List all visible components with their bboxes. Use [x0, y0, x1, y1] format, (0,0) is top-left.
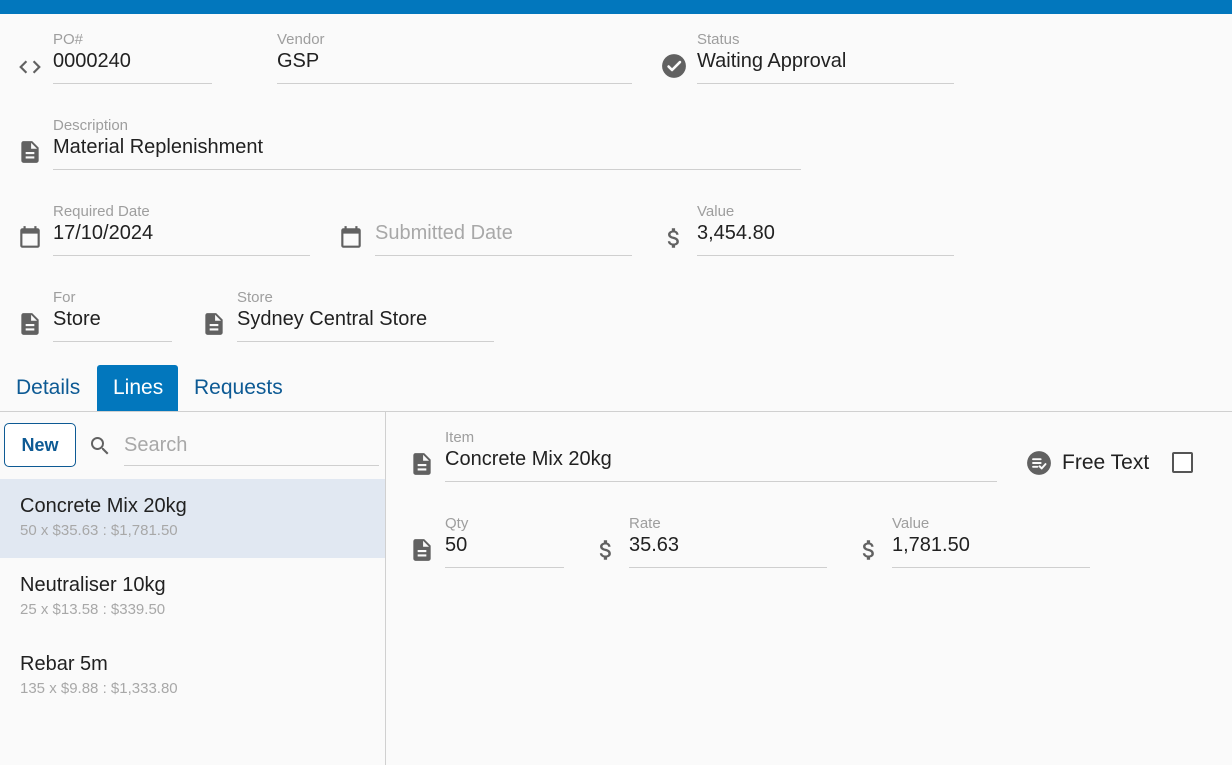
lines-list-pane: New Concrete Mix 20kg 50 x $35.63 : $1,7… [0, 412, 386, 765]
top-app-bar [0, 0, 1232, 14]
submitted-date-field[interactable]: Submitted Date [375, 208, 632, 256]
calendar-icon[interactable] [17, 225, 43, 251]
for-value: Store [53, 308, 101, 330]
qty-value: 50 [445, 534, 468, 556]
list-item-title: Neutraliser 10kg [20, 574, 166, 596]
list-item-subtitle: 135 x $9.88 : $1,333.80 [20, 680, 178, 697]
po-number-label: PO# [53, 31, 84, 48]
list-item[interactable]: Rebar 5m 135 x $9.88 : $1,333.80 [0, 637, 385, 716]
po-number-value: 0000240 [53, 50, 131, 72]
new-line-button[interactable]: New [4, 423, 76, 467]
value-value: 3,454.80 [697, 222, 775, 244]
list-item[interactable]: Neutraliser 10kg 25 x $13.58 : $339.50 [0, 558, 385, 637]
search-icon [88, 434, 112, 458]
store-field[interactable]: Store Sydney Central Store [237, 289, 494, 342]
item-value: Concrete Mix 20kg [445, 448, 612, 470]
check-circle-icon [661, 53, 687, 79]
store-value: Sydney Central Store [237, 308, 428, 330]
required-date-label: Required Date [53, 203, 150, 220]
required-date-value: 17/10/2024 [53, 222, 154, 244]
free-text-checkbox[interactable] [1172, 452, 1193, 473]
list-item[interactable]: Concrete Mix 20kg 50 x $35.63 : $1,781.5… [0, 479, 385, 558]
description-label: Description [53, 117, 129, 134]
document-icon [17, 139, 43, 165]
status-label: Status [697, 31, 740, 48]
status-field[interactable]: Status Waiting Approval [697, 31, 954, 84]
document-icon [201, 311, 227, 337]
calendar-icon[interactable] [338, 225, 364, 251]
code-icon [17, 54, 43, 80]
po-number-field[interactable]: PO# 0000240 [53, 31, 212, 84]
required-date-field[interactable]: Required Date 17/10/2024 [53, 203, 310, 256]
item-label: Item [445, 429, 475, 446]
list-item-title: Rebar 5m [20, 653, 108, 675]
list-item-title: Concrete Mix 20kg [20, 495, 187, 517]
rate-field[interactable]: Rate 35.63 [629, 515, 827, 568]
line-value-value: 1,781.50 [892, 534, 970, 556]
for-field[interactable]: For Store [53, 289, 172, 342]
store-label: Store [237, 289, 273, 306]
list-item-subtitle: 25 x $13.58 : $339.50 [20, 601, 166, 618]
value-field[interactable]: Value 3,454.80 [697, 203, 954, 256]
free-text-label: Free Text [1062, 451, 1150, 474]
tab-lines[interactable]: Lines [97, 365, 178, 411]
status-value: Waiting Approval [697, 50, 847, 72]
qty-field[interactable]: Qty 50 [445, 515, 564, 568]
submitted-date-placeholder: Submitted Date [375, 222, 513, 244]
document-icon [17, 311, 43, 337]
vendor-field[interactable]: Vendor GSP [277, 31, 632, 84]
vendor-value: GSP [277, 50, 320, 72]
search-input[interactable] [124, 426, 379, 466]
value-label: Value [697, 203, 735, 220]
vendor-label: Vendor [277, 31, 325, 48]
document-icon [409, 451, 435, 477]
tab-requests[interactable]: Requests [178, 365, 299, 411]
rate-value: 35.63 [629, 534, 680, 556]
line-value-field[interactable]: Value 1,781.50 [892, 515, 1090, 568]
dollar-icon [856, 537, 882, 563]
rate-label: Rate [629, 515, 661, 532]
document-icon [409, 537, 435, 563]
for-label: For [53, 289, 76, 306]
line-value-label: Value [892, 515, 930, 532]
qty-label: Qty [445, 515, 469, 532]
list-item-subtitle: 50 x $35.63 : $1,781.50 [20, 522, 178, 539]
description-value: Material Replenishment [53, 136, 264, 158]
item-field[interactable]: Item Concrete Mix 20kg [445, 429, 997, 482]
dollar-icon [661, 225, 687, 251]
rule-circle-icon [1026, 450, 1052, 476]
description-field[interactable]: Description Material Replenishment [53, 117, 801, 170]
tab-details[interactable]: Details [0, 365, 96, 411]
dollar-icon [593, 537, 619, 563]
